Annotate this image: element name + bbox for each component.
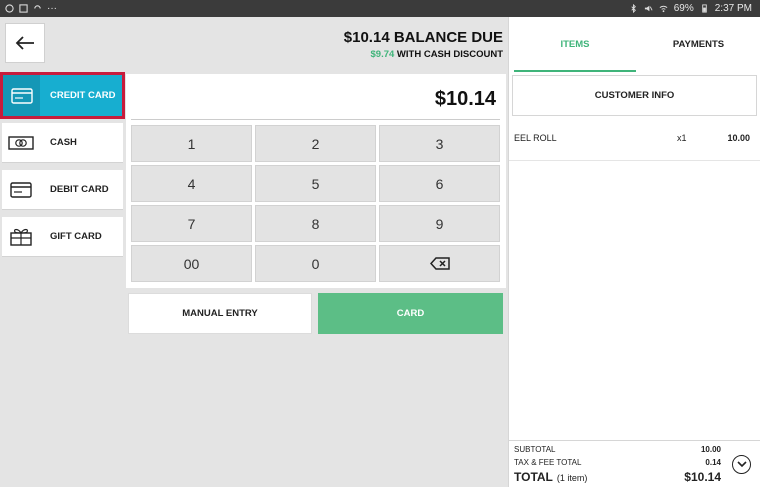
subtotal-row: SUBTOTAL 10.00 — [514, 445, 721, 454]
payment-method-label: CREDIT CARD — [50, 90, 116, 101]
item-name: EEL ROLL — [514, 133, 557, 143]
keypad-key-00[interactable]: 00 — [131, 245, 252, 282]
cash-discount-label: WITH CASH DISCOUNT — [396, 49, 503, 60]
subtotal-value: 10.00 — [700, 445, 721, 454]
tab-payments[interactable]: PAYMENTS — [636, 17, 760, 72]
payment-method-gift-card[interactable]: GIFT CARD — [2, 217, 123, 257]
back-button[interactable] — [5, 23, 45, 63]
keypad-key-8[interactable]: 8 — [255, 205, 376, 242]
totals-divider — [509, 440, 760, 441]
keypad-key-1[interactable]: 1 — [131, 125, 252, 162]
keypad-key-3[interactable]: 3 — [379, 125, 500, 162]
payment-method-label: DEBIT CARD — [50, 184, 109, 195]
bluetooth-icon — [631, 4, 636, 13]
notification-icon — [5, 4, 14, 13]
total-row: TOTAL (1 item) $10.14 — [514, 470, 721, 484]
tab-items[interactable]: ITEMS — [514, 17, 636, 72]
clock: 2:37 PM — [714, 3, 752, 14]
order-panel: ITEMS PAYMENTS CUSTOMER INFO EEL ROLL x1… — [508, 17, 760, 487]
backspace-icon — [429, 257, 450, 270]
tax-row: TAX & FEE TOTAL 0.14 — [514, 458, 721, 467]
payment-method-credit-card[interactable]: CREDIT CARD — [0, 72, 125, 119]
total-label: TOTAL — [514, 470, 553, 484]
more-notifications-icon: ··· — [47, 3, 57, 14]
item-qty: x1 — [677, 133, 687, 143]
subtotal-label: SUBTOTAL — [514, 445, 556, 454]
manual-entry-button[interactable]: MANUAL ENTRY — [128, 293, 312, 334]
cash-discount-amount: $9.74 — [370, 49, 395, 60]
card-button[interactable]: CARD — [318, 293, 503, 334]
amount-display: $10.14 — [434, 88, 496, 110]
mute-icon — [644, 5, 653, 12]
sync-icon — [34, 5, 41, 9]
wifi-icon — [659, 5, 668, 13]
keypad-key-4[interactable]: 4 — [131, 165, 252, 202]
item-price: 10.00 — [727, 133, 750, 143]
balance-due: $10.14 BALANCE DUE — [343, 29, 503, 46]
chevron-down-icon — [736, 461, 747, 468]
gift-card-icon — [2, 227, 40, 247]
expand-totals-button[interactable] — [732, 455, 751, 474]
customer-info-button[interactable]: CUSTOMER INFO — [512, 75, 757, 116]
keypad-key-5[interactable]: 5 — [255, 165, 376, 202]
gallery-icon — [19, 4, 28, 13]
battery-icon — [702, 4, 707, 13]
back-arrow-icon — [15, 36, 34, 50]
keypad-panel: $10.14 1 2 3 4 5 6 7 8 9 00 0 — [126, 74, 506, 288]
debit-card-icon — [2, 181, 40, 198]
payment-method-label: CASH — [50, 137, 77, 148]
total-item-count: (1 item) — [556, 473, 588, 483]
keypad-backspace[interactable] — [379, 245, 500, 282]
payment-method-debit-card[interactable]: DEBIT CARD — [2, 170, 123, 210]
credit-card-icon — [3, 75, 40, 116]
tax-label: TAX & FEE TOTAL — [514, 458, 582, 467]
payment-method-label: GIFT CARD — [50, 231, 102, 242]
cash-discount: $9.74 WITH CASH DISCOUNT — [344, 49, 504, 60]
payment-method-cash[interactable]: CASH — [2, 123, 123, 163]
item-divider — [509, 160, 760, 161]
status-bar: ··· 69% 2:37 PM — [0, 0, 760, 17]
keypad-key-7[interactable]: 7 — [131, 205, 252, 242]
cash-icon — [2, 135, 40, 151]
keypad-key-2[interactable]: 2 — [255, 125, 376, 162]
keypad-key-0[interactable]: 0 — [255, 245, 376, 282]
tax-value: 0.14 — [705, 458, 721, 467]
amount-divider — [131, 119, 500, 120]
battery-percent: 69% — [673, 3, 694, 14]
balance-header: $10.14 BALANCE DUE $9.74 WITH CASH DISCO… — [344, 29, 503, 60]
keypad-key-9[interactable]: 9 — [379, 205, 500, 242]
total-value: $10.14 — [684, 470, 721, 484]
keypad-key-6[interactable]: 6 — [379, 165, 500, 202]
